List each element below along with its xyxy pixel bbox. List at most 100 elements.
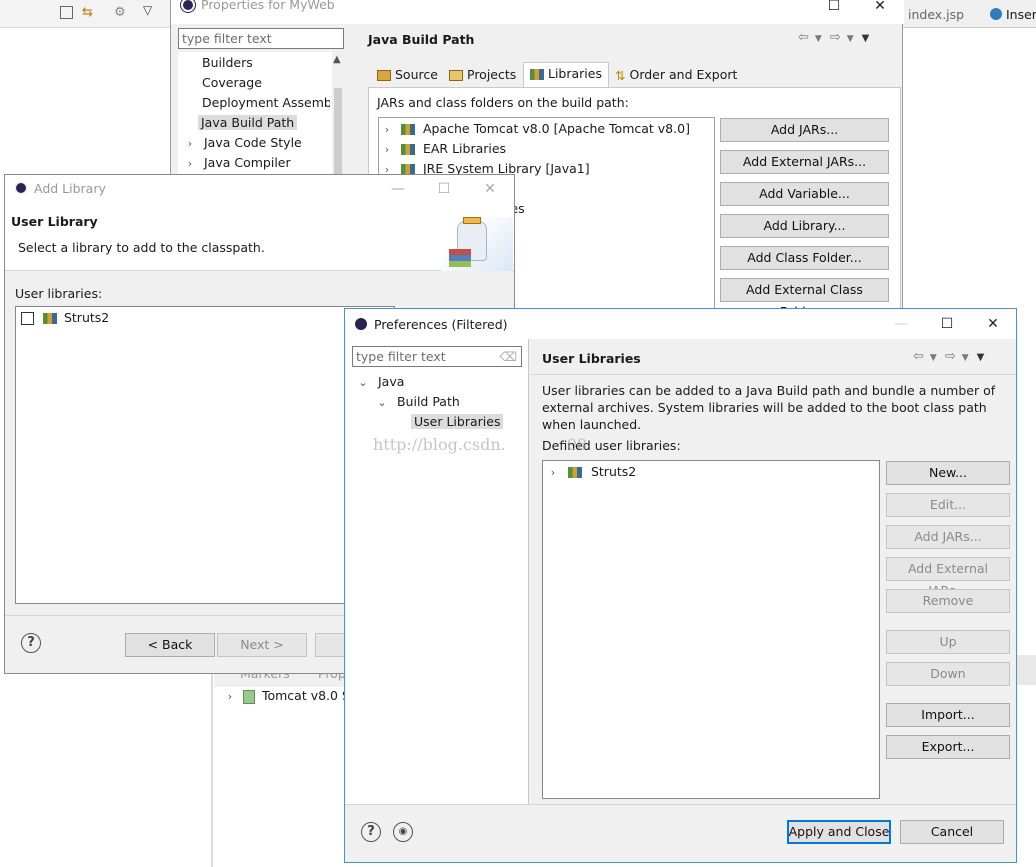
- eclipse-icon: [15, 182, 27, 194]
- properties-title: Properties for MyWeb: [201, 0, 335, 12]
- edit-button[interactable]: Edit...: [886, 493, 1010, 517]
- clear-filter-icon[interactable]: ⌫: [499, 347, 517, 366]
- gear-icon[interactable]: ⚙: [114, 5, 126, 20]
- tree-item-user-libraries[interactable]: User Libraries: [411, 412, 504, 432]
- tab-projects[interactable]: Projects: [443, 64, 522, 87]
- add-jars-button[interactable]: Add JARs...: [886, 525, 1010, 549]
- chevron-right-icon[interactable]: ›: [184, 134, 196, 154]
- library-icon: [400, 124, 415, 135]
- library-icon: [567, 467, 582, 478]
- server-item[interactable]: › Tomcat v8.0 S: [224, 688, 350, 704]
- properties-filter-input[interactable]: type filter text: [178, 28, 344, 49]
- entry-tomcat[interactable]: › Apache Tomcat v8.0 [Apache Tomcat v8.0…: [381, 119, 690, 139]
- maximize-icon[interactable]: ☐: [421, 177, 467, 201]
- chevron-right-icon[interactable]: ›: [381, 120, 393, 140]
- editor-tab-inser[interactable]: Inser: [1006, 7, 1036, 22]
- chevron-right-icon[interactable]: ›: [381, 140, 393, 160]
- maximize-icon[interactable]: ☐: [811, 0, 857, 18]
- tree-item-java[interactable]: ⌄ Java: [357, 372, 404, 392]
- defined-libraries-list[interactable]: › Struts2: [542, 460, 880, 799]
- workbench-sidebar-divider: [211, 672, 213, 867]
- globe-icon: [990, 8, 1002, 20]
- library-item-struts2[interactable]: › Struts2: [547, 462, 636, 482]
- chevron-down-icon[interactable]: ⌄: [357, 373, 369, 393]
- tree-item-build-path[interactable]: ⌄ Build Path: [376, 392, 459, 413]
- window-controls: — ☐ ✕: [878, 312, 1016, 336]
- collapse-icon[interactable]: [60, 6, 73, 19]
- close-icon[interactable]: ✕: [970, 312, 1016, 336]
- minimize-icon[interactable]: —: [375, 177, 421, 201]
- add-library-banner: User Library Select a library to add to …: [5, 203, 514, 271]
- preferences-filter-input[interactable]: type filter text ⌫: [352, 346, 522, 367]
- eclipse-icon: [355, 318, 367, 330]
- nav-item-java-code-style[interactable]: › Java Code Style: [184, 133, 302, 153]
- back-button[interactable]: < Back: [125, 633, 215, 657]
- preferences-page-title: User Libraries: [542, 351, 641, 366]
- forward-arrow-icon[interactable]: ⇨: [945, 349, 956, 364]
- chevron-right-icon[interactable]: ›: [184, 154, 196, 174]
- add-external-jars-button[interactable]: Add External JARs...: [886, 557, 1010, 598]
- next-button[interactable]: Next >: [217, 633, 307, 657]
- watermark-text: http://blog.csdn. 08: [373, 435, 588, 454]
- down-button[interactable]: Down: [886, 662, 1010, 686]
- chevron-right-icon[interactable]: ›: [547, 463, 559, 483]
- close-icon[interactable]: ✕: [467, 177, 513, 201]
- nav-item-java-compiler[interactable]: › Java Compiler: [184, 153, 291, 173]
- entry-ear[interactable]: › EAR Libraries: [381, 139, 506, 159]
- chevron-down-icon[interactable]: ⌄: [376, 393, 388, 413]
- nav-item-coverage[interactable]: Coverage: [202, 73, 262, 93]
- user-libraries-list[interactable]: Struts2: [15, 306, 395, 604]
- remove-button[interactable]: Remove: [886, 589, 1010, 613]
- editor-tabbar: index.jsp Inser: [902, 0, 1036, 28]
- nav-item-deployment[interactable]: Deployment Assembly: [202, 93, 330, 113]
- window-controls: — ☐ ✕: [375, 177, 513, 201]
- add-library-button[interactable]: Add Library...: [720, 214, 889, 238]
- preferences-dialog: Preferences (Filtered) — ☐ ✕ type filter t…: [344, 308, 1017, 863]
- cancel-button[interactable]: Cancel: [900, 820, 1004, 844]
- chevron-down-icon[interactable]: ▼: [930, 353, 937, 363]
- tab-libraries[interactable]: Libraries: [523, 62, 609, 88]
- library-item-struts2[interactable]: Struts2: [21, 308, 109, 328]
- up-button[interactable]: Up: [886, 630, 1010, 654]
- nav-item-java-build-path[interactable]: Java Build Path: [198, 113, 298, 133]
- right-panel-strip: [1017, 655, 1036, 685]
- chevron-down-icon[interactable]: ▼: [847, 34, 854, 44]
- maximize-icon[interactable]: ☐: [924, 312, 970, 336]
- chevron-down-icon[interactable]: ▼: [815, 34, 822, 44]
- export-button[interactable]: Export...: [886, 735, 1010, 759]
- build-path-label: JARs and class folders on the build path…: [377, 95, 629, 110]
- add-jars-button[interactable]: Add JARs...: [720, 118, 889, 142]
- minimize-icon[interactable]: —: [878, 312, 924, 336]
- back-arrow-icon[interactable]: ⇦: [913, 349, 924, 364]
- close-icon[interactable]: ✕: [857, 0, 903, 18]
- chevron-down-icon[interactable]: ▽: [143, 3, 152, 17]
- menu-icon[interactable]: ▼: [862, 33, 870, 44]
- source-icon: [377, 70, 391, 81]
- help-icon[interactable]: ?: [21, 633, 41, 653]
- help-icon[interactable]: ?: [361, 822, 381, 842]
- back-arrow-icon[interactable]: ⇦: [798, 30, 809, 45]
- chevron-right-icon[interactable]: ›: [224, 690, 236, 703]
- chevron-up-icon[interactable]: ▲: [333, 54, 341, 65]
- workbench-toolbar: ⇆ ⚙ ▽: [0, 0, 178, 28]
- editor-tab-index[interactable]: index.jsp: [908, 7, 964, 22]
- nav-item-builders[interactable]: Builders: [202, 53, 253, 73]
- import-button[interactable]: Import...: [886, 703, 1010, 727]
- import-export-icon[interactable]: ◉: [393, 822, 413, 842]
- projects-icon: [449, 70, 463, 81]
- add-class-folder-button[interactable]: Add Class Folder...: [720, 246, 889, 270]
- new-button[interactable]: New...: [886, 461, 1010, 485]
- menu-icon[interactable]: ▼: [977, 352, 985, 363]
- tab-source[interactable]: Source: [371, 64, 444, 87]
- library-icon: [530, 69, 544, 80]
- checkbox[interactable]: [21, 312, 34, 325]
- add-variable-button[interactable]: Add Variable...: [720, 182, 889, 206]
- link-icon[interactable]: ⇆: [82, 5, 93, 20]
- chevron-down-icon[interactable]: ▼: [962, 353, 969, 363]
- tab-order-export[interactable]: ⇅ Order and Export: [609, 64, 743, 87]
- add-external-class-folder-button[interactable]: Add External Class Folder...: [720, 278, 889, 319]
- add-external-jars-button[interactable]: Add External JARs...: [720, 150, 889, 174]
- user-libraries-label: User libraries:: [15, 286, 103, 301]
- forward-arrow-icon[interactable]: ⇨: [830, 30, 841, 45]
- apply-and-close-button[interactable]: Apply and Close: [787, 820, 891, 844]
